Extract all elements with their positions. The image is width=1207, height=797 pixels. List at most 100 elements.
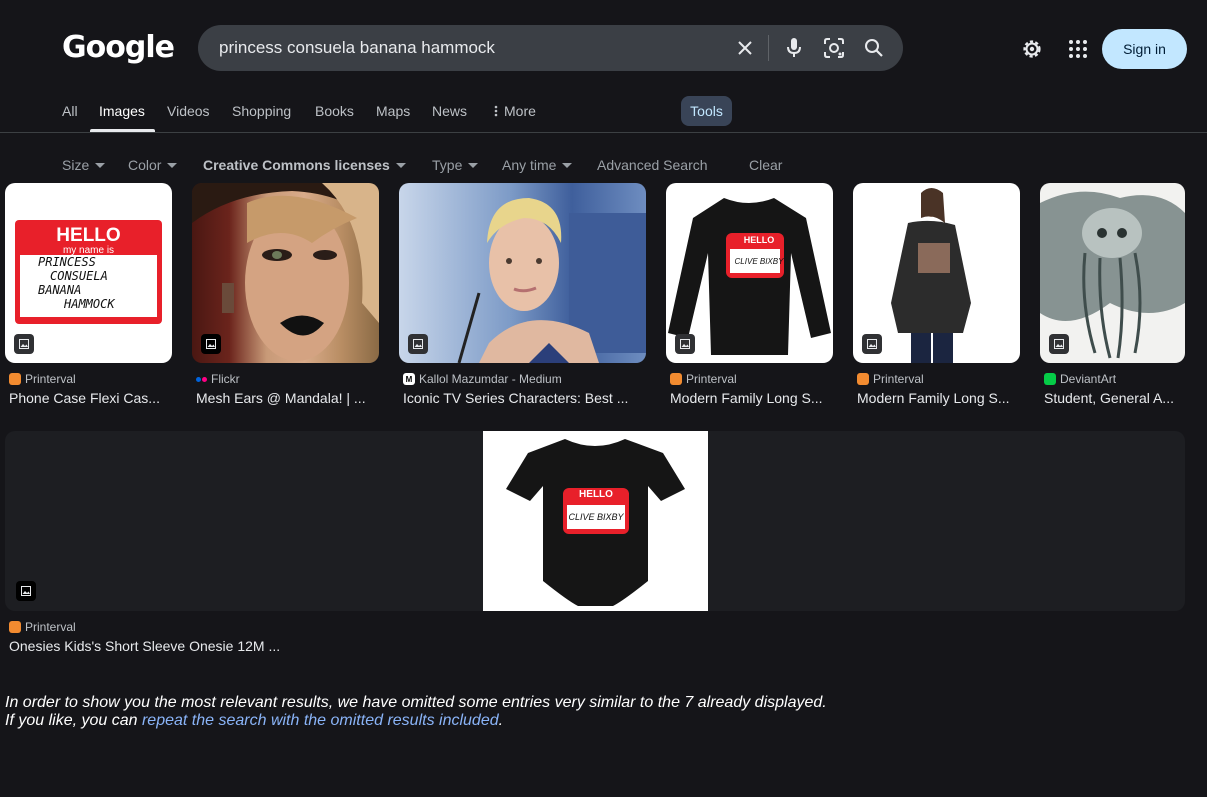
tab-maps[interactable]: Maps xyxy=(376,103,410,119)
result-image[interactable] xyxy=(399,183,646,363)
search-input[interactable]: princess consuela banana hammock xyxy=(219,38,495,58)
caret-down-icon xyxy=(395,162,406,168)
notice-line-2: If you like, you can repeat the search w… xyxy=(5,712,827,730)
notice-prefix: If you like, you can xyxy=(5,712,142,729)
image-icon xyxy=(1049,334,1069,354)
result-image[interactable]: HELLO my name is PRINCESS CONSUELA BANAN… xyxy=(5,183,172,363)
result-title[interactable]: Mesh Ears @ Mandala! | ... xyxy=(196,390,379,406)
onesie-tag-hello: HELLO xyxy=(579,489,613,500)
header: Google princess consuela banana hammock … xyxy=(0,0,1207,96)
microphone-icon[interactable] xyxy=(782,36,806,60)
printerval-icon xyxy=(9,621,21,633)
advanced-search-link[interactable]: Advanced Search xyxy=(597,157,708,173)
tab-videos[interactable]: Videos xyxy=(167,103,210,119)
search-tabs: All Images Videos Shopping Books Maps Ne… xyxy=(0,96,1207,133)
source-label: Kallol Mazumdar - Medium xyxy=(419,372,562,386)
filter-bar: Size Color Creative Commons licenses Typ… xyxy=(0,152,1207,180)
result-source[interactable]: Printerval xyxy=(9,620,76,634)
result-title[interactable]: Modern Family Long S... xyxy=(857,390,1020,406)
tab-images[interactable]: Images xyxy=(99,103,145,119)
filter-type-label: Type xyxy=(432,157,463,173)
apps-grid-icon[interactable] xyxy=(1066,37,1090,61)
source-label: Printerval xyxy=(25,620,76,634)
gear-icon[interactable] xyxy=(1019,36,1045,62)
filter-license-label: Creative Commons licenses xyxy=(203,157,390,173)
filter-time[interactable]: Any time xyxy=(502,157,573,173)
result-image[interactable] xyxy=(1040,183,1185,363)
tab-shopping[interactable]: Shopping xyxy=(232,103,291,119)
filter-color-label: Color xyxy=(128,157,162,173)
result-title[interactable]: Iconic TV Series Characters: Best ... xyxy=(403,390,646,406)
source-label: Printerval xyxy=(686,372,737,386)
active-tab-indicator xyxy=(90,129,155,132)
search-divider xyxy=(768,35,769,61)
name-tag: HELLO my name is PRINCESS CONSUELA BANAN… xyxy=(15,220,162,324)
result-image[interactable]: HELLO CLIVE BIXBY xyxy=(483,431,708,611)
flickr-icon xyxy=(196,376,207,382)
onesie-tag-name: CLIVE BIXBY xyxy=(568,512,624,522)
source-label: DeviantArt xyxy=(1060,372,1117,386)
name-tag-line: CONSUELA xyxy=(50,269,108,283)
tab-all[interactable]: All xyxy=(62,103,78,119)
filter-size[interactable]: Size xyxy=(62,157,106,173)
name-tag-line: HAMMOCK xyxy=(64,297,115,311)
name-tag-handwriting: PRINCESS CONSUELA BANANA HAMMOCK xyxy=(20,255,157,317)
tab-news[interactable]: News xyxy=(432,103,467,119)
printerval-icon xyxy=(670,373,682,385)
shirt-tag-hello: HELLO xyxy=(743,235,775,245)
caret-down-icon xyxy=(468,162,479,168)
image-icon xyxy=(14,334,34,354)
result-source[interactable]: Flickr xyxy=(196,372,240,386)
actress-illustration xyxy=(457,198,646,363)
filter-size-label: Size xyxy=(62,157,90,173)
result-image[interactable] xyxy=(853,183,1020,363)
result-card-wide[interactable]: HELLO CLIVE BIXBY xyxy=(5,431,1185,611)
result-title[interactable]: Onesies Kids's Short Sleeve Onesie 12M .… xyxy=(9,638,409,654)
image-icon xyxy=(675,334,695,354)
result-image[interactable] xyxy=(192,183,379,363)
tab-books[interactable]: Books xyxy=(315,103,354,119)
result-source[interactable]: DeviantArt xyxy=(1044,372,1116,386)
result-source[interactable]: Printerval xyxy=(9,372,76,386)
result-title[interactable]: Phone Case Flexi Cas... xyxy=(9,390,172,406)
caret-down-icon xyxy=(562,162,573,168)
result-source[interactable]: Printerval xyxy=(857,372,924,386)
result-image[interactable]: HELLO CLIVE BIXBY xyxy=(666,183,833,363)
name-tag-line: PRINCESS xyxy=(38,255,96,269)
camera-lens-icon[interactable] xyxy=(822,36,846,60)
clear-icon[interactable] xyxy=(733,36,757,60)
filter-license[interactable]: Creative Commons licenses xyxy=(203,157,406,173)
google-logo[interactable]: Google xyxy=(62,30,175,65)
deviantart-icon xyxy=(1044,373,1056,385)
tab-more-label: More xyxy=(504,103,536,119)
result-title[interactable]: Student, General A... xyxy=(1044,390,1185,406)
clear-filters-link[interactable]: Clear xyxy=(749,157,782,173)
caret-down-icon xyxy=(95,162,106,168)
image-icon xyxy=(862,334,882,354)
search-icon[interactable] xyxy=(862,36,886,60)
search-box[interactable]: princess consuela banana hammock xyxy=(198,25,903,71)
filter-color[interactable]: Color xyxy=(128,157,178,173)
source-label: Printerval xyxy=(873,372,924,386)
shirt-tag-name: CLIVE BIXBY xyxy=(734,257,784,266)
tools-button[interactable]: Tools xyxy=(681,96,732,126)
printerval-icon xyxy=(9,373,21,385)
name-tag-hello: HELLO xyxy=(56,225,121,246)
result-title[interactable]: Modern Family Long S... xyxy=(670,390,833,406)
image-icon xyxy=(16,581,36,601)
omitted-results-notice: In order to show you the most relevant r… xyxy=(5,694,827,730)
repeat-search-link[interactable]: repeat the search with the omitted resul… xyxy=(142,712,499,729)
tab-more[interactable]: More xyxy=(494,103,536,119)
notice-line-1: In order to show you the most relevant r… xyxy=(5,694,827,711)
more-vert-icon xyxy=(494,105,498,117)
printerval-icon xyxy=(857,373,869,385)
name-tag-line: BANANA xyxy=(38,283,82,297)
result-source[interactable]: Printerval xyxy=(670,372,737,386)
caret-down-icon xyxy=(167,162,178,168)
source-label: Flickr xyxy=(211,372,240,386)
result-source[interactable]: M Kallol Mazumdar - Medium xyxy=(403,372,562,386)
filter-type[interactable]: Type xyxy=(432,157,479,173)
source-label: Printerval xyxy=(25,372,76,386)
sign-in-button[interactable]: Sign in xyxy=(1102,29,1187,69)
filter-time-label: Any time xyxy=(502,157,557,173)
